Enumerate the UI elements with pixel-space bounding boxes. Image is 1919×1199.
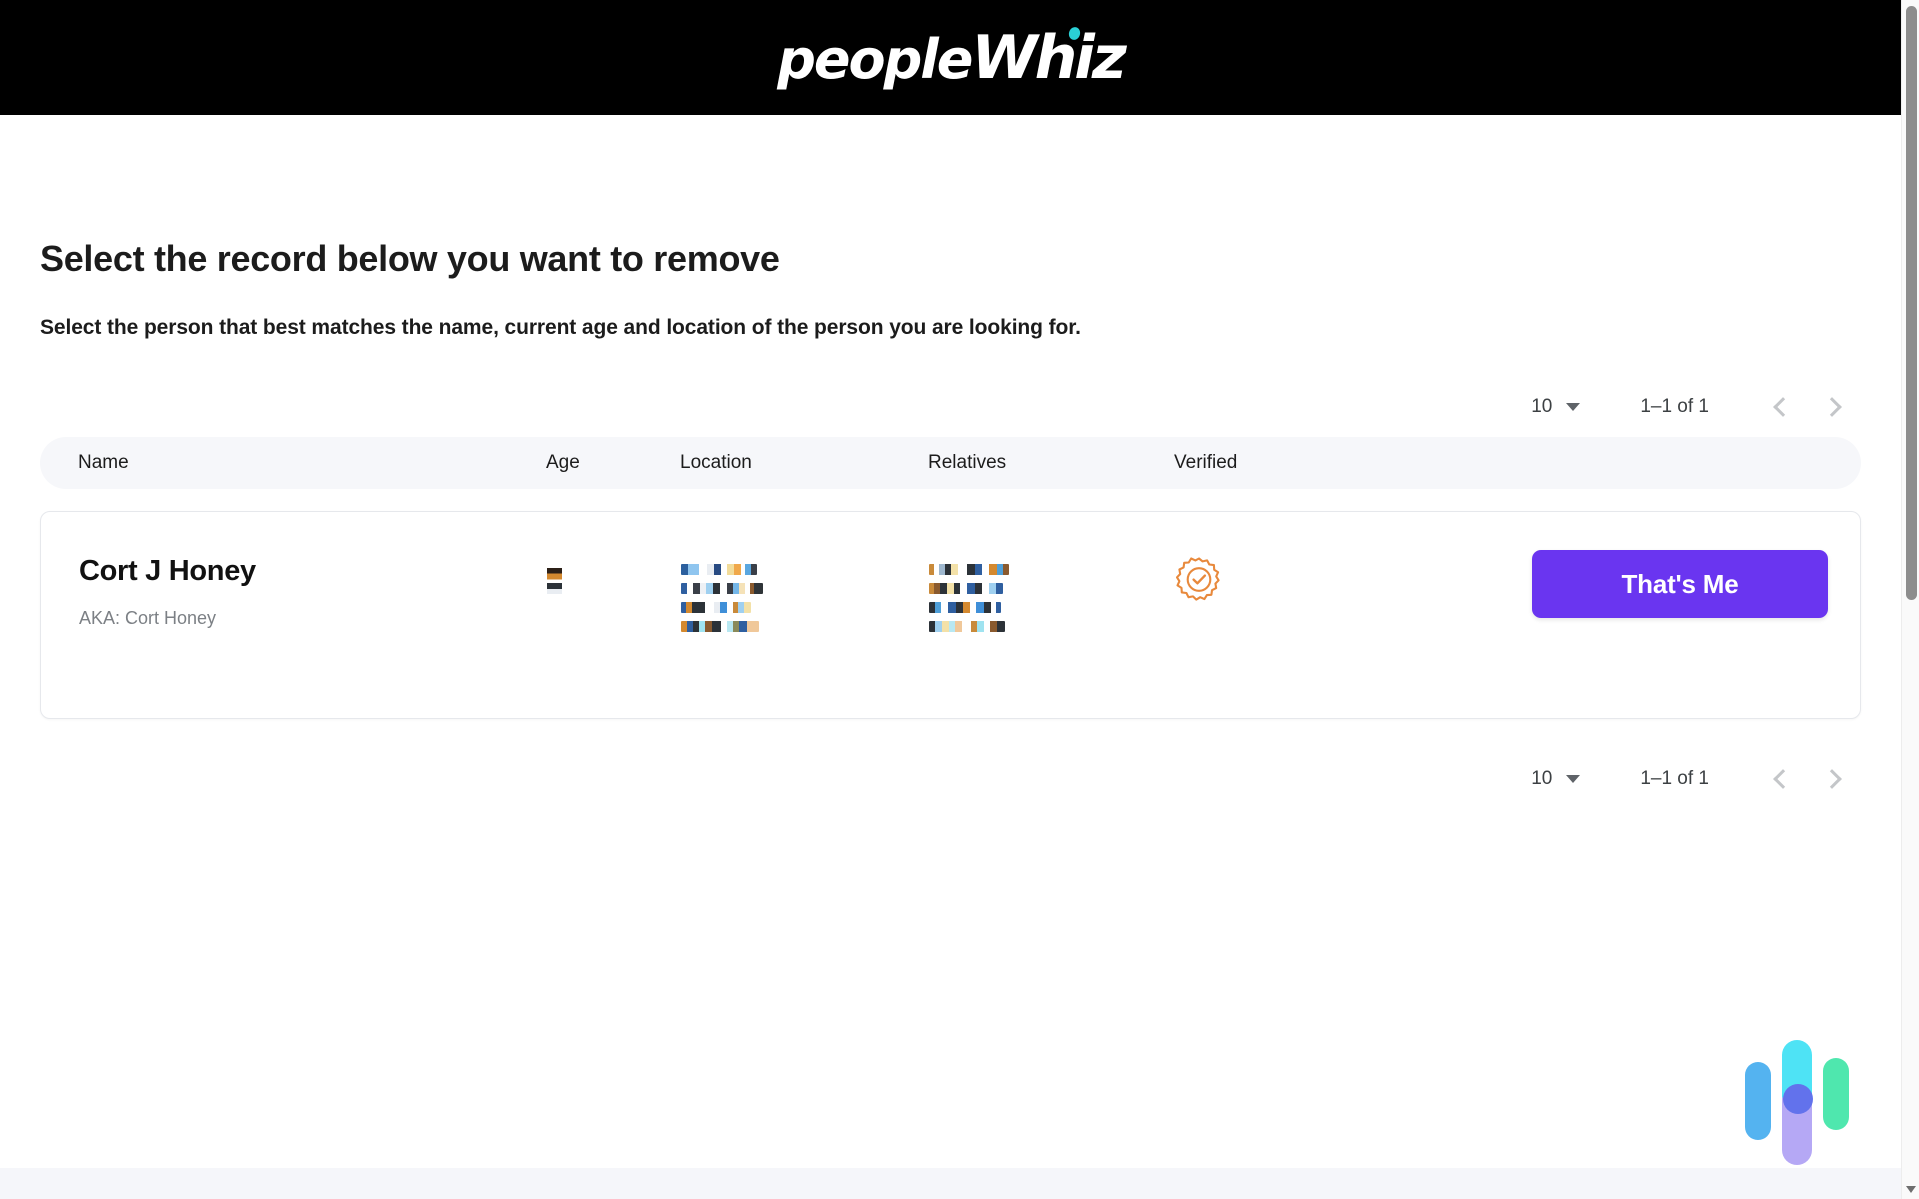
redacted-line — [929, 602, 1001, 613]
paginator-top: 10 1–1 of 1 — [40, 379, 1861, 435]
cell-age — [547, 512, 681, 594]
next-page-button-top[interactable] — [1807, 380, 1861, 434]
table-row[interactable]: Cort J Honey AKA: Cort Honey That's Me — [40, 511, 1861, 719]
cell-verified — [1175, 512, 1375, 604]
column-header-location: Location — [680, 452, 752, 473]
table-header-row: Name Age Location Relatives Verified — [40, 437, 1861, 489]
page-size-value: 10 — [1531, 768, 1553, 789]
previous-page-button-bottom[interactable] — [1753, 752, 1807, 806]
widget-bar-left-icon — [1745, 1062, 1771, 1140]
column-header-relatives: Relatives — [928, 452, 1007, 473]
logo-text-whiz: Whiz — [971, 22, 1126, 93]
chevron-right-icon — [1821, 397, 1842, 417]
page-size-selector-top[interactable]: 10 — [1531, 396, 1581, 418]
page-subtitle: Select the person that best matches the … — [40, 316, 1081, 339]
redacted-line — [681, 621, 759, 632]
chat-widget[interactable] — [1745, 1040, 1849, 1165]
column-header-name: Name — [78, 452, 129, 473]
chevron-down-icon — [1566, 403, 1581, 411]
age-redacted-value — [547, 568, 562, 594]
chevron-left-icon — [1772, 769, 1793, 789]
page-title: Select the record below you want to remo… — [40, 238, 780, 279]
person-aka: AKA: Cort Honey — [79, 607, 217, 628]
pagination-range-label-top: 1–1 of 1 — [1640, 396, 1709, 417]
redacted-line — [681, 564, 757, 575]
location-redacted-value — [681, 512, 929, 632]
logo-text-people: people — [777, 27, 973, 91]
relatives-redacted-value — [929, 512, 1175, 632]
person-name: Cort J Honey — [79, 555, 256, 587]
footer-strip — [0, 1168, 1901, 1199]
previous-page-button-top[interactable] — [1753, 380, 1807, 434]
pagination-range-label-bottom: 1–1 of 1 — [1640, 768, 1709, 789]
thats-me-button[interactable]: That's Me — [1532, 550, 1828, 618]
redacted-line — [929, 583, 1003, 594]
scroll-down-arrow-icon[interactable] — [1906, 1186, 1916, 1193]
chevron-down-icon — [1566, 775, 1581, 783]
cell-name: Cort J Honey AKA: Cort Honey — [57, 512, 547, 629]
redacted-line — [681, 583, 763, 594]
page-size-selector-bottom[interactable]: 10 — [1531, 768, 1581, 790]
redacted-line — [929, 564, 1009, 575]
page-root: peopleWhiz Select the record below you w… — [0, 0, 1919, 1199]
paginator-bottom: 10 1–1 of 1 — [40, 751, 1861, 807]
cell-location — [681, 512, 929, 632]
cell-action: That's Me — [1375, 512, 1844, 618]
site-header: peopleWhiz — [0, 0, 1901, 115]
next-page-button-bottom[interactable] — [1807, 752, 1861, 806]
verified-badge-icon — [1175, 557, 1220, 601]
redacted-line — [681, 602, 751, 613]
cell-relatives — [929, 512, 1175, 632]
widget-circle-icon — [1783, 1084, 1813, 1114]
main-content: Select the record below you want to remo… — [0, 115, 1901, 807]
peoplewhiz-logo[interactable]: peopleWhiz — [777, 22, 1127, 93]
widget-bar-right-icon — [1823, 1058, 1849, 1130]
page-size-value: 10 — [1531, 396, 1553, 417]
vertical-scrollbar[interactable] — [1901, 0, 1919, 1199]
chevron-left-icon — [1772, 397, 1793, 417]
redacted-line — [929, 621, 1005, 632]
column-header-age: Age — [546, 452, 580, 473]
column-header-verified: Verified — [1174, 452, 1238, 473]
chevron-right-icon — [1821, 769, 1842, 789]
scrollbar-thumb[interactable] — [1906, 6, 1917, 600]
